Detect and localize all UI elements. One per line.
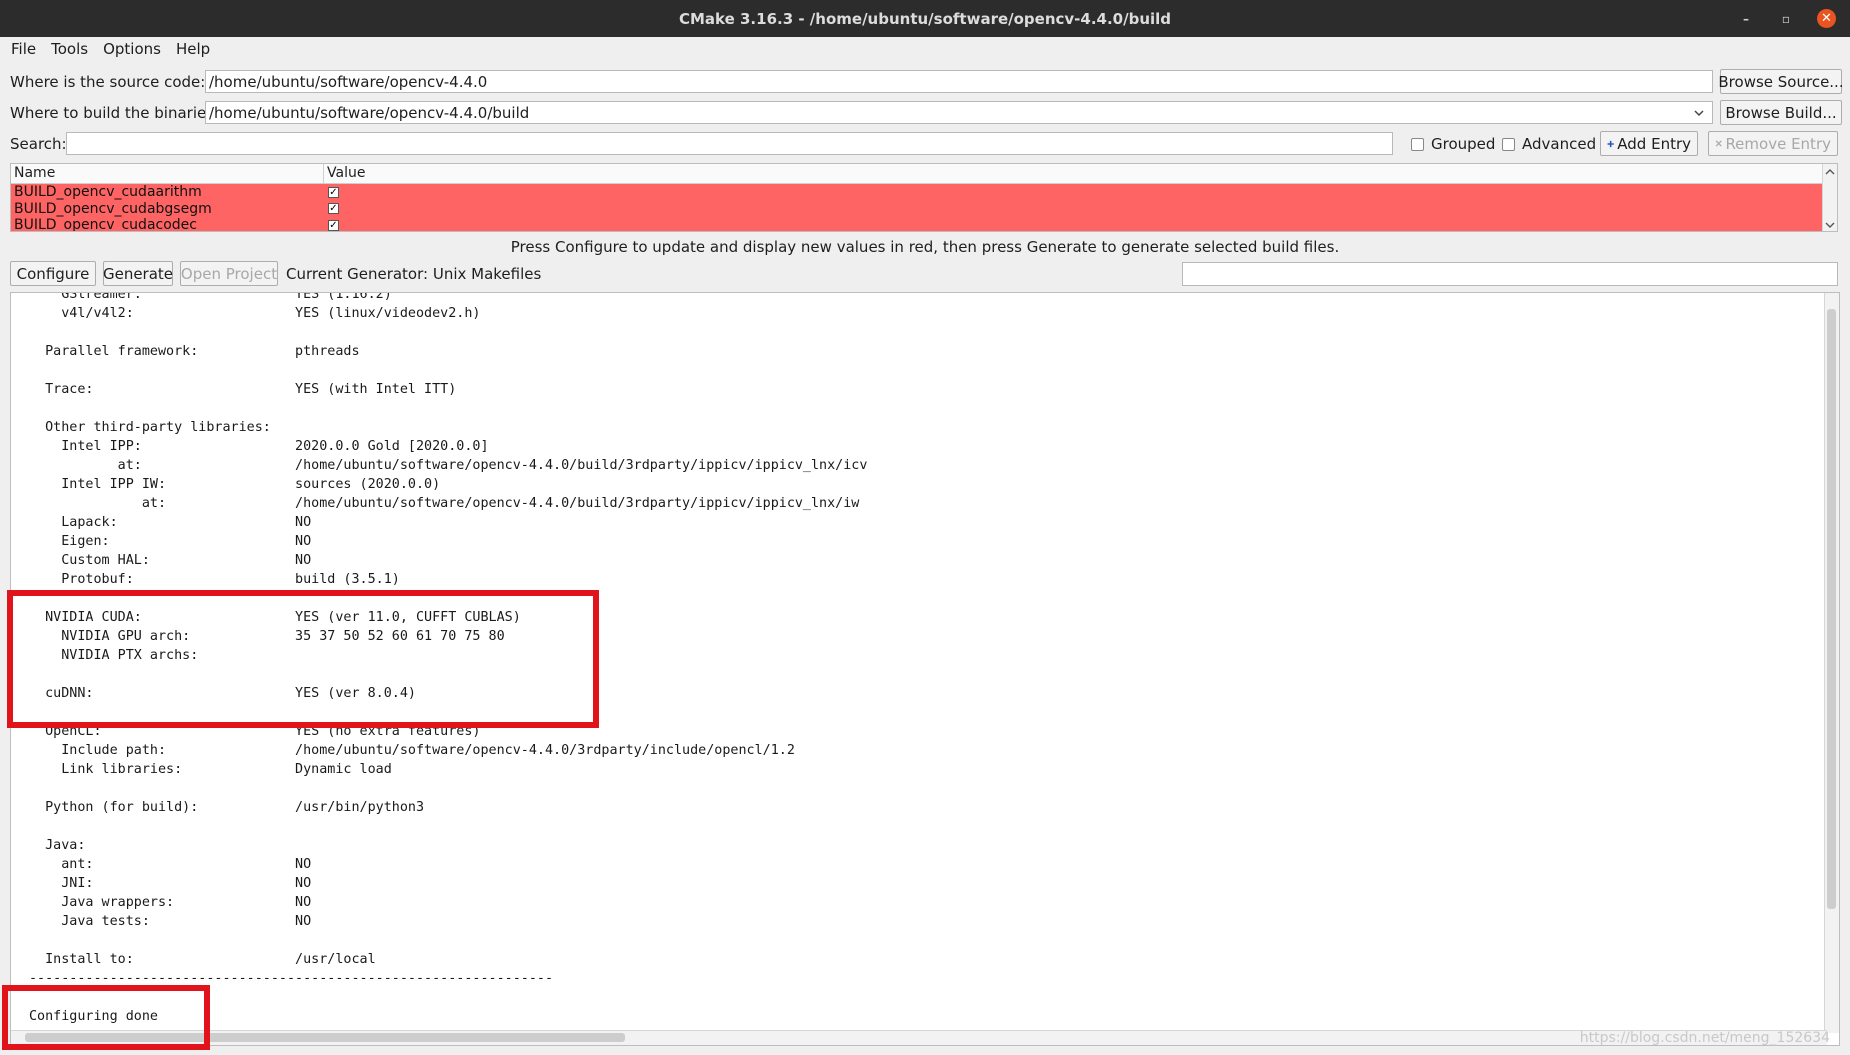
cuda-highlight-box [7,590,599,728]
advanced-checkbox[interactable]: Advanced [1502,135,1596,153]
add-entry-label: Add Entry [1617,134,1691,153]
log-scroll-thumb[interactable] [1827,309,1836,909]
chevron-down-icon[interactable] [1694,109,1704,117]
remove-icon [1715,140,1722,147]
log-vertical-scrollbar[interactable] [1824,293,1839,1033]
column-name-header[interactable]: Name [11,164,324,183]
minimize-icon[interactable]: – [1737,10,1755,28]
watermark-text: https://blog.csdn.net/meng_152634 [1579,1030,1830,1046]
cache-entry-name: BUILD_opencv_cudabgsegm [14,200,212,217]
browse-source-button[interactable]: Browse Source... [1718,69,1844,94]
scroll-up-icon[interactable] [1823,166,1837,178]
table-row[interactable]: BUILD_opencv_cudabgsegm ✓ [11,200,1837,218]
generate-button[interactable]: Generate [103,261,173,286]
cache-entry-checkbox[interactable]: ✓ [328,219,339,231]
cache-entry-name: BUILD_opencv_cudaarithm [14,184,202,200]
window-controls: – ▫ ✕ [1737,9,1836,28]
cache-entry-value: ✓ [323,184,339,201]
close-icon[interactable]: ✕ [1817,9,1836,28]
menu-file[interactable]: File [11,40,36,58]
cache-entry-checkbox[interactable]: ✓ [328,203,339,214]
add-entry-button[interactable]: Add Entry [1600,131,1698,156]
search-input[interactable] [66,132,1393,155]
source-label: Where is the source code: [10,73,206,91]
cache-entry-value: ✓ [323,201,339,218]
advanced-label: Advanced [1522,135,1597,153]
binaries-label: Where to build the binaries: [10,104,220,122]
menu-help[interactable]: Help [176,40,210,58]
grouped-checkbox[interactable]: Grouped [1411,135,1495,153]
column-value-header[interactable]: Value [324,164,1837,183]
current-generator-label: Current Generator: Unix Makefiles [286,265,542,283]
menu-tools[interactable]: Tools [51,40,88,58]
browse-build-button[interactable]: Browse Build... [1720,100,1842,125]
source-path-input[interactable]: /home/ubuntu/software/opencv-4.4.0 [205,70,1713,93]
grouped-label: Grouped [1431,135,1496,153]
table-rows: BUILD_opencv_cudaarithm ✓ BUILD_opencv_cud… [11,184,1837,232]
log-horizontal-scrollbar[interactable] [11,1030,1827,1045]
progress-bar [1182,262,1838,286]
cache-table: Name Value BUILD_opencv_cudaarithm ✓ BUILD… [10,163,1838,232]
plus-icon [1607,140,1614,147]
binaries-path-value: /home/ubuntu/software/opencv-4.4.0/build [209,104,530,122]
table-header: Name Value [11,164,1837,184]
cache-entry-value: ✓ [323,217,339,231]
configuring-done-highlight-box [2,985,210,1050]
window-titlebar: CMake 3.16.3 - /home/ubuntu/software/ope… [0,0,1850,37]
menu-options[interactable]: Options [103,40,161,58]
binaries-path-combo[interactable]: /home/ubuntu/software/opencv-4.4.0/build [205,101,1713,124]
table-row[interactable]: BUILD_opencv_cudaarithm ✓ [11,184,1837,201]
cache-entry-name: BUILD_opencv_cudacodec [14,217,197,232]
open-project-button[interactable]: Open Project [180,261,278,286]
remove-entry-button[interactable]: Remove Entry [1708,131,1838,156]
window-title: CMake 3.16.3 - /home/ubuntu/software/ope… [678,9,1172,28]
scroll-down-icon[interactable] [1823,219,1837,231]
search-label: Search: [10,135,67,153]
remove-entry-label: Remove Entry [1725,134,1831,153]
configure-hint-text: Press Configure to update and display ne… [510,238,1340,256]
grouped-checkbox-box[interactable] [1411,137,1424,151]
configure-button[interactable]: Configure [10,261,96,286]
maximize-icon[interactable]: ▫ [1777,10,1795,28]
table-row[interactable]: BUILD_opencv_cudacodec ✓ [11,217,1837,232]
cache-entry-checkbox[interactable]: ✓ [328,186,339,198]
menu-bar: File Tools Options Help [0,37,1850,61]
table-scrollbar[interactable] [1822,164,1837,231]
advanced-checkbox-box[interactable] [1502,137,1515,151]
